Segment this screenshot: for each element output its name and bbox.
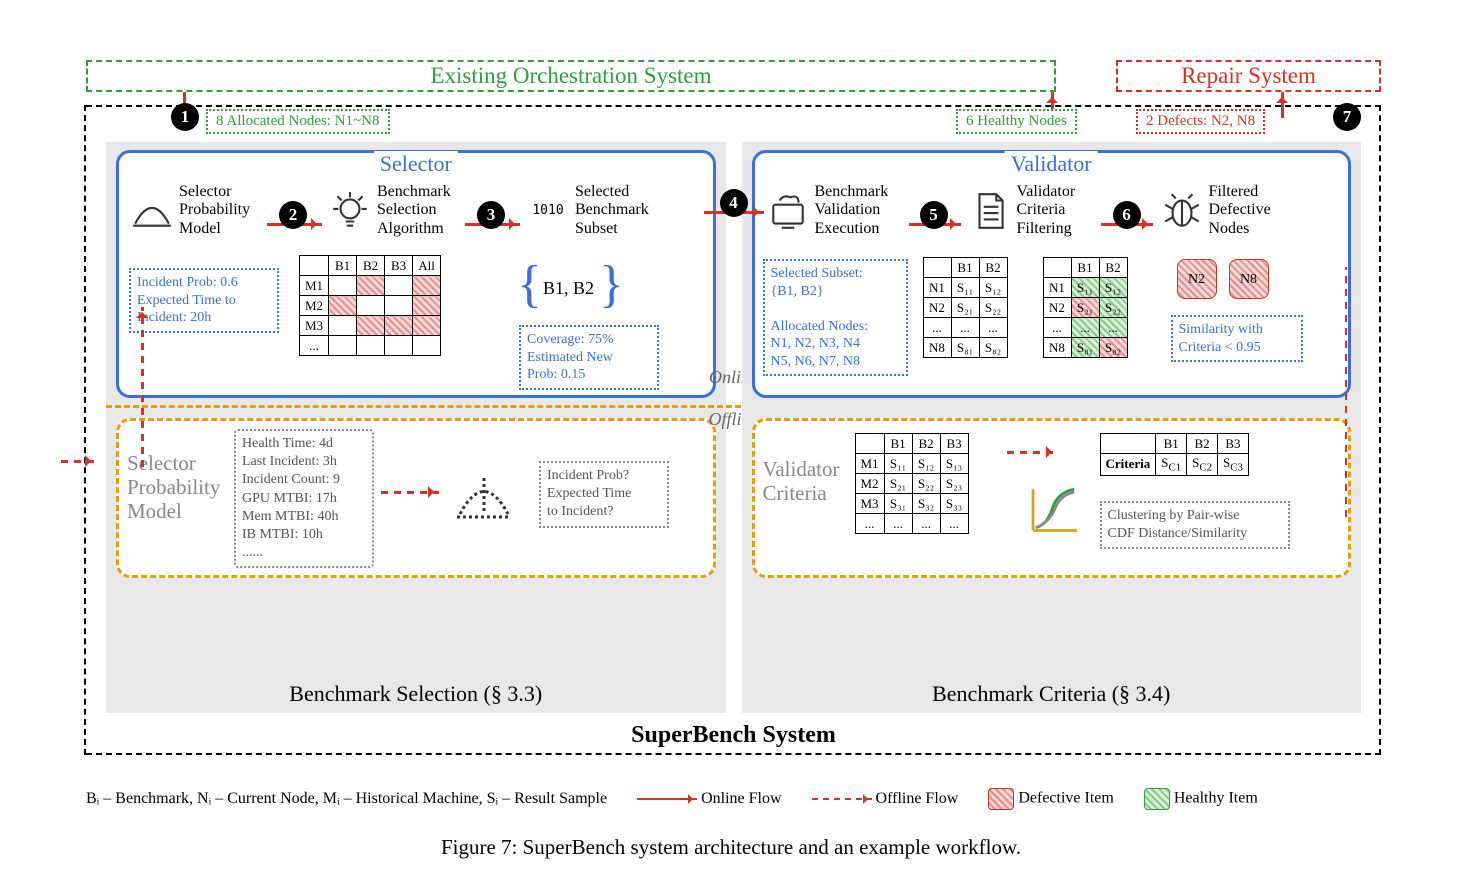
selector-stage2-label: Benchmark Selection Algorithm xyxy=(377,183,451,238)
defect-chips: N2 N8 xyxy=(1173,259,1273,299)
legend-offline-arrow-icon xyxy=(812,798,872,800)
brace-left: { xyxy=(517,255,542,314)
superbench-system-box: 1 7 8 Allocated Nodes: N1~N8 6 Healthy N… xyxy=(86,105,1381,755)
step-4: 4 xyxy=(720,189,748,217)
arrow-external-offline-in xyxy=(61,460,96,463)
arrow-offline-selector xyxy=(381,491,439,494)
repair-system-box: Repair System xyxy=(1116,60,1381,92)
validator-stage3-label: Filtered Defective Nodes xyxy=(1209,183,1271,238)
panel-benchmark-criteria: Validator Benchmark Validation Execution… xyxy=(742,142,1362,713)
info-coverage: Coverage: 75% Estimated New Prob: 0.15 xyxy=(519,325,659,390)
brace-right: } xyxy=(599,255,624,314)
lightbulb-gear-icon xyxy=(329,190,371,232)
panel-left-title: Benchmark Selection (§ 3.3) xyxy=(289,681,542,707)
validator-offline-box: Validator Criteria B1B2B3 M1S₁₁S₁₂S₁₃ M2… xyxy=(752,418,1352,578)
info-selected-subset: Selected Subset: {B1, B2} Allocated Node… xyxy=(763,259,908,376)
info-similarity: Similarity with Criteria < 0.95 xyxy=(1171,315,1303,362)
defect-chip-n2: N2 xyxy=(1177,259,1217,299)
legend-defective: Defective Item xyxy=(1018,790,1114,807)
document-icon xyxy=(969,190,1011,232)
step-1: 1 xyxy=(171,103,199,131)
selector-offline-box: Selector Probability Model Health Time: … xyxy=(116,418,716,578)
legend-symbols: Bᵢ – Benchmark, Nᵢ – Current Node, Mᵢ – … xyxy=(86,790,607,808)
validator-online-box: Validator Benchmark Validation Execution… xyxy=(752,150,1352,398)
cluster-note: Clustering by Pair-wise CDF Distance/Sim… xyxy=(1100,501,1290,549)
legend-healthy: Healthy Item xyxy=(1174,790,1258,807)
selected-subset: B1, B2 xyxy=(543,278,594,299)
legend: Bᵢ – Benchmark, Nᵢ – Current Node, Mᵢ – … xyxy=(86,788,1381,810)
badge-healthy-nodes: 6 Healthy Nodes xyxy=(956,109,1077,134)
selector-title: Selector xyxy=(374,151,458,177)
binary-icon: 1010 xyxy=(527,190,569,232)
validator-stage1-label: Benchmark Validation Execution xyxy=(815,183,889,238)
figure-caption: Figure 7: SuperBench system architecture… xyxy=(21,835,1441,860)
score-table-plain: B1B2 N1S₁₁S₁₂ N2S₂₁S₂₂ ......... N8S₈₁S₈… xyxy=(923,257,1008,358)
legend-online-flow: Online Flow xyxy=(701,790,781,807)
bug-icon xyxy=(1161,190,1203,232)
panel-right-title: Benchmark Criteria (§ 3.4) xyxy=(932,681,1170,707)
selector-online-box: Selector Selector Probability Model 2 Be… xyxy=(116,150,716,398)
system-name: SuperBench System xyxy=(631,722,836,749)
badge-defect-nodes: 2 Defects: N2, N8 xyxy=(1136,109,1265,134)
feature-scroll: Health Time: 4d Last Incident: 3h Incide… xyxy=(234,429,374,568)
distribution-icon xyxy=(131,190,173,232)
score-table-filtered: B1B2 N1S₁₁S₁₂ N2S₂₁S₂₂ ......... N8S₈₁S₈… xyxy=(1043,257,1128,358)
distribution-icon-offline xyxy=(449,466,519,526)
arrow-offline-to-selector xyxy=(141,307,144,467)
selector-stage3-label: Selected Benchmark Subset xyxy=(575,183,649,238)
diagram-canvas: Existing Orchestration System Repair Sys… xyxy=(21,20,1441,870)
arrow-defect-to-criteria xyxy=(1345,267,1348,517)
step-5: 5 xyxy=(920,201,948,229)
legend-defective-swatch xyxy=(988,788,1014,810)
step-6: 6 xyxy=(1113,201,1141,229)
legend-offline-flow: Offline Flow xyxy=(876,790,959,807)
validator-stage2-label: Validator Criteria Filtering xyxy=(1017,183,1076,238)
criteria-table: B1B2B3 CriteriaSC1SC2SC3 xyxy=(1100,433,1249,476)
badge-allocated-nodes: 8 Allocated Nodes: N1~N8 xyxy=(206,109,390,134)
step-7: 7 xyxy=(1333,103,1361,131)
offline-validator-label: Validator Criteria xyxy=(763,457,840,505)
validator-title: Validator xyxy=(1005,151,1098,177)
legend-online-arrow-icon xyxy=(637,798,697,800)
defect-chip-n8: N8 xyxy=(1229,259,1269,299)
offline-query: Incident Prob? Expected Time to Incident… xyxy=(539,461,669,528)
cdf-plot-icon xyxy=(1025,481,1085,536)
arrow-offline-criteria xyxy=(1007,451,1057,454)
orchestration-system-box: Existing Orchestration System xyxy=(86,60,1056,92)
step-2: 2 xyxy=(279,201,307,229)
selector-stage1-label: Selector Probability Model xyxy=(179,183,250,238)
legend-healthy-swatch xyxy=(1144,788,1170,810)
arrow-defects-up xyxy=(1281,92,1284,118)
historical-score-table: B1B2B3 M1S₁₁S₁₂S₁₃ M2S₂₁S₂₂S₂₃ M3S₃₁S₃₂S… xyxy=(855,433,969,534)
step-3: 3 xyxy=(477,201,505,229)
monitor-cloud-icon xyxy=(767,190,809,232)
info-incident-prob: Incident Prob: 0.6 Expected Time to Inci… xyxy=(129,268,279,333)
selection-matrix: B1B2B3All M1 M2 M3 ... xyxy=(299,255,441,356)
panel-benchmark-selection: Selector Selector Probability Model 2 Be… xyxy=(106,142,726,713)
